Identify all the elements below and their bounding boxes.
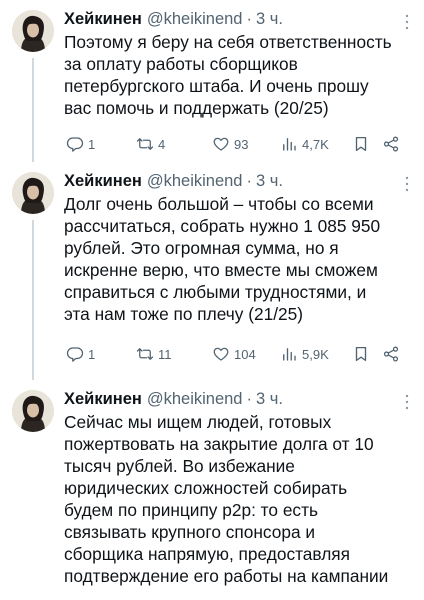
heart-icon — [212, 135, 230, 153]
bookmark-icon — [352, 135, 370, 153]
author-handle[interactable]: @kheikinend — [147, 390, 243, 409]
retweet-icon — [136, 345, 154, 363]
avatar[interactable] — [12, 390, 54, 432]
reply-button[interactable]: 1 — [66, 344, 95, 364]
tweet-text: Поэтому я беру на себя ответственность з… — [64, 32, 392, 118]
views-count: 4,7K — [302, 136, 329, 152]
tweet-header: Хейкинен @kheikinend · 3 ч. — [64, 8, 414, 30]
timestamp[interactable]: 3 ч. — [256, 172, 283, 191]
retweet-icon — [136, 135, 154, 153]
bookmark-button[interactable] — [352, 344, 370, 364]
views-count: 5,9K — [302, 346, 329, 362]
like-count: 104 — [234, 346, 256, 362]
like-button[interactable]: 93 — [212, 134, 248, 154]
author-name[interactable]: Хейкинен — [64, 172, 142, 191]
heart-icon — [212, 345, 230, 363]
views-button[interactable]: 5,9K — [280, 344, 329, 364]
tweet[interactable]: Хейкинен @kheikinend · 3 ч. Сейчас мы ищ… — [0, 380, 424, 600]
share-button[interactable] — [382, 134, 400, 154]
separator: · — [246, 9, 252, 28]
tweet-text: Сейчас мы ищем людей, готовых пожертвова… — [64, 412, 389, 586]
bookmark-icon — [352, 345, 370, 363]
views-button[interactable]: 4,7K — [280, 134, 329, 154]
action-bar: 1 4 93 4,7K — [64, 134, 412, 154]
timestamp[interactable]: 3 ч. — [256, 10, 283, 29]
reply-count: 1 — [88, 136, 96, 152]
tweet[interactable]: Хейкинен @kheikinend · 3 ч. Поэтому я бе… — [0, 0, 424, 162]
views-icon — [280, 345, 298, 363]
thread-connector — [32, 58, 34, 162]
avatar[interactable] — [12, 10, 54, 52]
share-icon — [382, 135, 400, 153]
retweet-button[interactable]: 11 — [136, 344, 172, 364]
avatar[interactable] — [12, 172, 54, 214]
reply-count: 1 — [88, 346, 96, 362]
thread-connector — [32, 220, 34, 380]
tweet[interactable]: Хейкинен @kheikinend · 3 ч. Долг очень б… — [0, 162, 424, 380]
action-bar: 1 11 104 5,9K — [64, 344, 412, 364]
tweet-header: Хейкинен @kheikinend · 3 ч. — [64, 170, 414, 192]
more-icon[interactable] — [404, 394, 410, 410]
like-button[interactable]: 104 — [212, 344, 256, 364]
more-icon[interactable] — [404, 176, 410, 192]
share-button[interactable] — [382, 344, 400, 364]
author-handle[interactable]: @kheikinend — [147, 10, 243, 29]
retweet-count: 4 — [158, 136, 166, 152]
reply-button[interactable]: 1 — [66, 134, 95, 154]
thread-feed: Хейкинен @kheikinend · 3 ч. Поэтому я бе… — [0, 0, 424, 600]
more-icon[interactable] — [404, 14, 410, 30]
tweet-header: Хейкинен @kheikinend · 3 ч. — [64, 388, 414, 410]
author-name[interactable]: Хейкинен — [64, 10, 142, 29]
reply-icon — [66, 345, 84, 363]
timestamp[interactable]: 3 ч. — [256, 390, 283, 409]
bookmark-button[interactable] — [352, 134, 370, 154]
author-handle[interactable]: @kheikinend — [147, 172, 243, 191]
reply-icon — [66, 135, 84, 153]
separator: · — [246, 171, 252, 190]
author-name[interactable]: Хейкинен — [64, 390, 142, 409]
retweet-button[interactable]: 4 — [136, 134, 165, 154]
like-count: 93 — [234, 136, 249, 152]
views-icon — [280, 135, 298, 153]
tweet-text: Долг очень большой – чтобы со всеми расс… — [64, 194, 381, 324]
separator: · — [246, 389, 252, 408]
share-icon — [382, 345, 400, 363]
retweet-count: 11 — [158, 346, 172, 362]
